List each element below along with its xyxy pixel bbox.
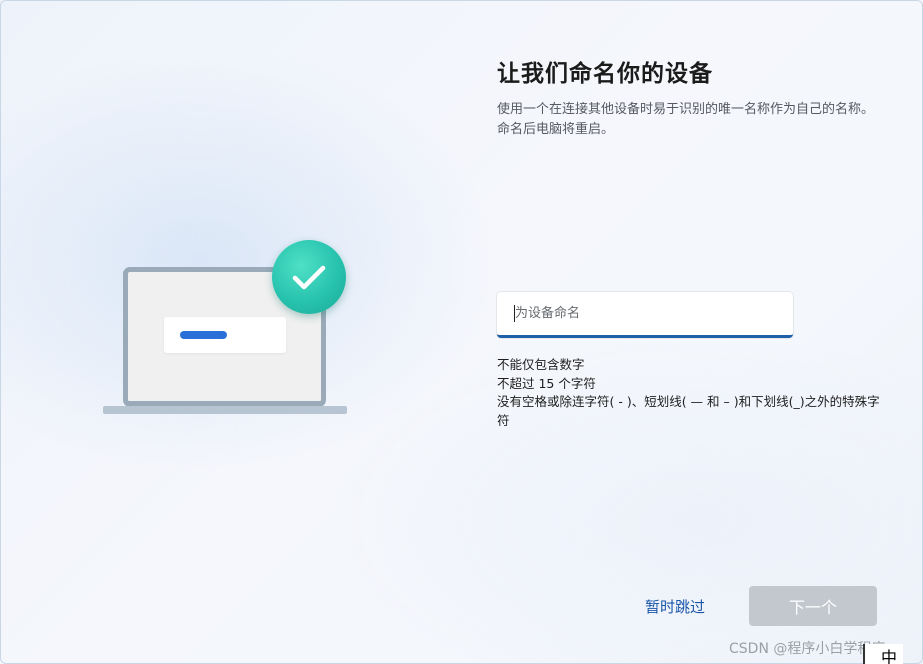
checkmark-icon: [272, 240, 346, 314]
device-name-input[interactable]: [497, 292, 793, 335]
device-name-bar: [180, 331, 227, 339]
naming-rules-list: 不能仅包含数字 不超过 15 个字符 没有空格或除连字符( - )、短划线( —…: [497, 356, 887, 430]
rule-item: 不超过 15 个字符: [497, 375, 596, 391]
device-name-card: [164, 317, 286, 353]
device-name-field[interactable]: [497, 292, 793, 338]
next-button[interactable]: 下一个: [749, 586, 877, 626]
rule-item: 没有空格或除连字符( - )、短划线( — 和 – )和下划线(_)之外的特殊字…: [497, 394, 880, 428]
page-title: 让我们命名你的设备: [497, 61, 713, 87]
text-caret: [514, 305, 515, 322]
ime-language-indicator[interactable]: 中: [863, 644, 903, 664]
laptop-base: [103, 406, 347, 414]
watermark-text: CSDN @程序小白学程序: [729, 641, 886, 657]
skip-for-now-link[interactable]: 暂时跳过: [645, 596, 705, 617]
page-description: 使用一个在连接其他设备时易于识别的唯一名称作为自己的名称。命名后电脑将重启。: [497, 102, 875, 137]
laptop-illustration: [100, 240, 350, 420]
rule-item: 不能仅包含数字: [497, 357, 585, 372]
